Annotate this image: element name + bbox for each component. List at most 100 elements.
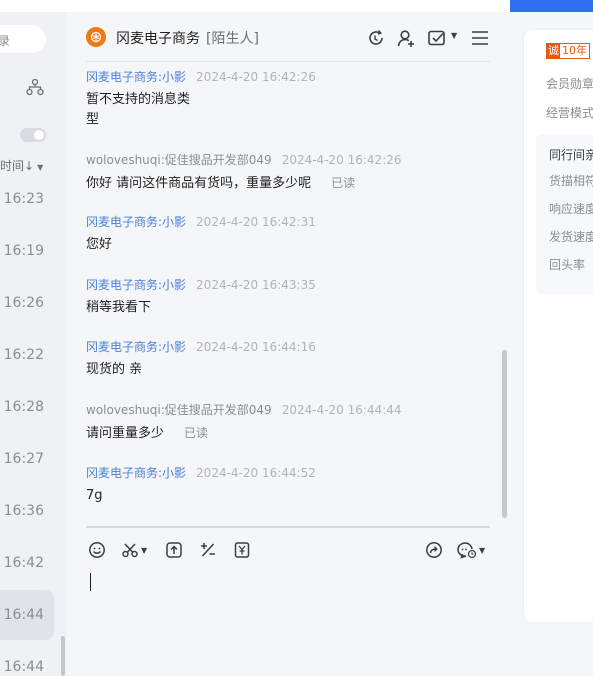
caret-down-icon: ▼ bbox=[37, 163, 44, 172]
session-item[interactable]: 16:36 bbox=[0, 486, 54, 536]
chevron-down-icon[interactable]: ▼ bbox=[451, 31, 457, 40]
session-item[interactable]: 16:19 bbox=[0, 226, 54, 276]
message-item: woloveshuqi:促佳搜品开发部049 2024-4-20 16:42:26… bbox=[86, 151, 490, 194]
message-sender[interactable]: woloveshuqi:促佳搜品开发部049 bbox=[86, 403, 272, 417]
member-medal-label: 会员勋章 bbox=[546, 77, 593, 91]
session-scrollbar[interactable] bbox=[61, 636, 65, 676]
discount-icon bbox=[201, 543, 215, 557]
upload-icon bbox=[166, 542, 182, 558]
upload-button[interactable] bbox=[165, 540, 183, 560]
session-item[interactable]: 16:23 bbox=[0, 174, 54, 224]
emoji-button[interactable] bbox=[88, 540, 106, 560]
task-check-icon[interactable] bbox=[427, 28, 447, 48]
session-time: 16:44 bbox=[3, 659, 44, 675]
message-input[interactable] bbox=[86, 562, 490, 672]
message-item: 冈麦电子商务:小影 2024-4-20 16:42:26 暂不支持的消息类 型 bbox=[86, 68, 490, 130]
sort-label: 时间↓ bbox=[0, 159, 35, 173]
session-time: 16:22 bbox=[3, 347, 44, 363]
message-time: 2024-4-20 16:42:26 bbox=[281, 153, 402, 167]
read-status: 已读 bbox=[331, 176, 356, 190]
message-text: 您好 bbox=[86, 237, 113, 252]
shop-info-panel bbox=[510, 0, 593, 676]
message-item: 冈麦电子商务:小影 2024-4-20 16:42:31 您好 bbox=[86, 213, 490, 255]
org-chart-icon[interactable] bbox=[26, 78, 44, 96]
message-text: 请问重量多少 bbox=[86, 426, 165, 441]
share-icon bbox=[426, 542, 442, 558]
message-time: 2024-4-20 16:44:44 bbox=[281, 403, 402, 417]
message-sender[interactable]: 冈麦电子商务:小影 bbox=[86, 278, 186, 292]
session-topbar bbox=[0, 0, 66, 12]
message-item: 冈麦电子商务:小影 2024-4-20 16:43:35 稍等我看下 bbox=[86, 276, 490, 318]
peer-row: 货描相符 bbox=[549, 174, 593, 188]
message-sender[interactable]: 冈麦电子商务:小影 bbox=[86, 466, 186, 480]
message-text: 稍等我看下 bbox=[86, 300, 152, 315]
session-item-active[interactable]: 16:44 bbox=[0, 590, 54, 640]
message-item: woloveshuqi:促佳搜品开发部049 2024-4-20 16:44:44… bbox=[86, 401, 490, 444]
message-sender[interactable]: 冈麦电子商务:小影 bbox=[86, 215, 186, 229]
session-item[interactable]: 16:44 bbox=[0, 642, 54, 676]
composer-divider bbox=[86, 526, 490, 528]
peer-row: 回头率 bbox=[549, 258, 586, 272]
message-list[interactable]: 冈麦电子商务:小影 2024-4-20 16:42:26 暂不支持的消息类 型 w… bbox=[86, 62, 490, 524]
price-tag-button[interactable] bbox=[233, 540, 251, 560]
chat-scrollbar[interactable] bbox=[502, 350, 507, 518]
peer-row: 发货速度 bbox=[549, 230, 593, 244]
message-sender[interactable]: 冈麦电子商务:小影 bbox=[86, 70, 186, 84]
session-item[interactable]: 16:22 bbox=[0, 330, 54, 380]
peer-comparison-title: 同行间亲 bbox=[549, 148, 593, 162]
share-button[interactable] bbox=[425, 540, 443, 560]
peer-row: 响应速度 bbox=[549, 202, 593, 216]
session-time: 16:23 bbox=[3, 191, 44, 207]
message-text: 你好 请问这件商品有货吗，重量多少呢 bbox=[86, 176, 312, 191]
session-item[interactable]: 16:28 bbox=[0, 382, 54, 432]
message-time: 2024-4-20 16:42:31 bbox=[196, 215, 316, 229]
scissors-icon bbox=[122, 543, 138, 558]
shop-logo-icon bbox=[90, 31, 102, 43]
chat-title: 冈麦电子商务 [陌生人] bbox=[116, 28, 259, 48]
sort-dropdown[interactable]: 时间↓ ▼ bbox=[0, 157, 43, 174]
chevron-down-icon: ▼ bbox=[141, 545, 148, 555]
message-sender[interactable]: woloveshuqi:促佳搜品开发部049 bbox=[86, 153, 272, 167]
menu-icon[interactable] bbox=[470, 28, 490, 48]
add-contact-icon[interactable] bbox=[396, 28, 416, 48]
session-item[interactable]: 16:26 bbox=[0, 278, 54, 328]
session-list: 录 时间↓ ▼ 16:23 16:19 16:26 16:22 16:28 16:… bbox=[0, 0, 66, 676]
screenshot-button[interactable]: ▼ bbox=[121, 540, 147, 560]
session-search-input[interactable]: 录 bbox=[0, 25, 46, 53]
contact-tag: [陌生人] bbox=[206, 31, 259, 47]
session-item[interactable]: 16:27 bbox=[0, 434, 54, 484]
session-time: 16:26 bbox=[3, 295, 44, 311]
message-text: 7g bbox=[86, 488, 103, 503]
chat-topbar bbox=[66, 0, 510, 12]
session-filter-toggle[interactable] bbox=[20, 128, 46, 142]
message-time: 2024-4-20 16:44:16 bbox=[196, 340, 316, 354]
message-time: 2024-4-20 16:44:52 bbox=[196, 466, 316, 480]
message-item: 冈麦电子商务:小影 2024-4-20 16:44:16 现货的 亲 bbox=[86, 338, 490, 380]
message-text: 现货的 亲 bbox=[86, 362, 143, 377]
message-item: 冈麦电子商务:小影 2024-4-20 16:44:52 7g bbox=[86, 464, 490, 506]
quick-reply-button[interactable]: ▼ bbox=[457, 540, 485, 560]
quick-reply-icon bbox=[457, 542, 477, 559]
discount-button[interactable] bbox=[199, 540, 217, 560]
price-tag-icon bbox=[234, 542, 250, 558]
shop-name: 冈麦电子商务 bbox=[116, 31, 200, 47]
session-time: 16:44 bbox=[3, 607, 44, 623]
session-time: 16:19 bbox=[3, 243, 44, 259]
refresh-icon[interactable] bbox=[366, 28, 386, 48]
chat-panel: 冈麦电子商务 [陌生人] ▼ 冈麦电子商务:小影 2024-4-20 16:42:2… bbox=[66, 0, 510, 676]
message-time: 2024-4-20 16:43:35 bbox=[196, 278, 316, 292]
chat-header: 冈麦电子商务 [陌生人] ▼ bbox=[66, 12, 510, 62]
message-text: 暂不支持的消息类 bbox=[86, 92, 191, 107]
emoji-icon bbox=[89, 542, 105, 558]
message-sender[interactable]: 冈麦电子商务:小影 bbox=[86, 340, 186, 354]
session-item[interactable]: 16:42 bbox=[0, 538, 54, 588]
shop-avatar[interactable] bbox=[86, 27, 106, 47]
search-placeholder: 录 bbox=[0, 34, 11, 48]
right-topbar bbox=[510, 0, 593, 12]
session-time: 16:42 bbox=[3, 555, 44, 571]
business-mode-label: 经营模式 bbox=[546, 106, 593, 120]
session-time: 16:36 bbox=[3, 503, 44, 519]
message-time: 2024-4-20 16:42:26 bbox=[196, 70, 316, 84]
chevron-down-icon: ▼ bbox=[479, 545, 486, 555]
years-badge: 诚 10年 bbox=[546, 43, 590, 59]
